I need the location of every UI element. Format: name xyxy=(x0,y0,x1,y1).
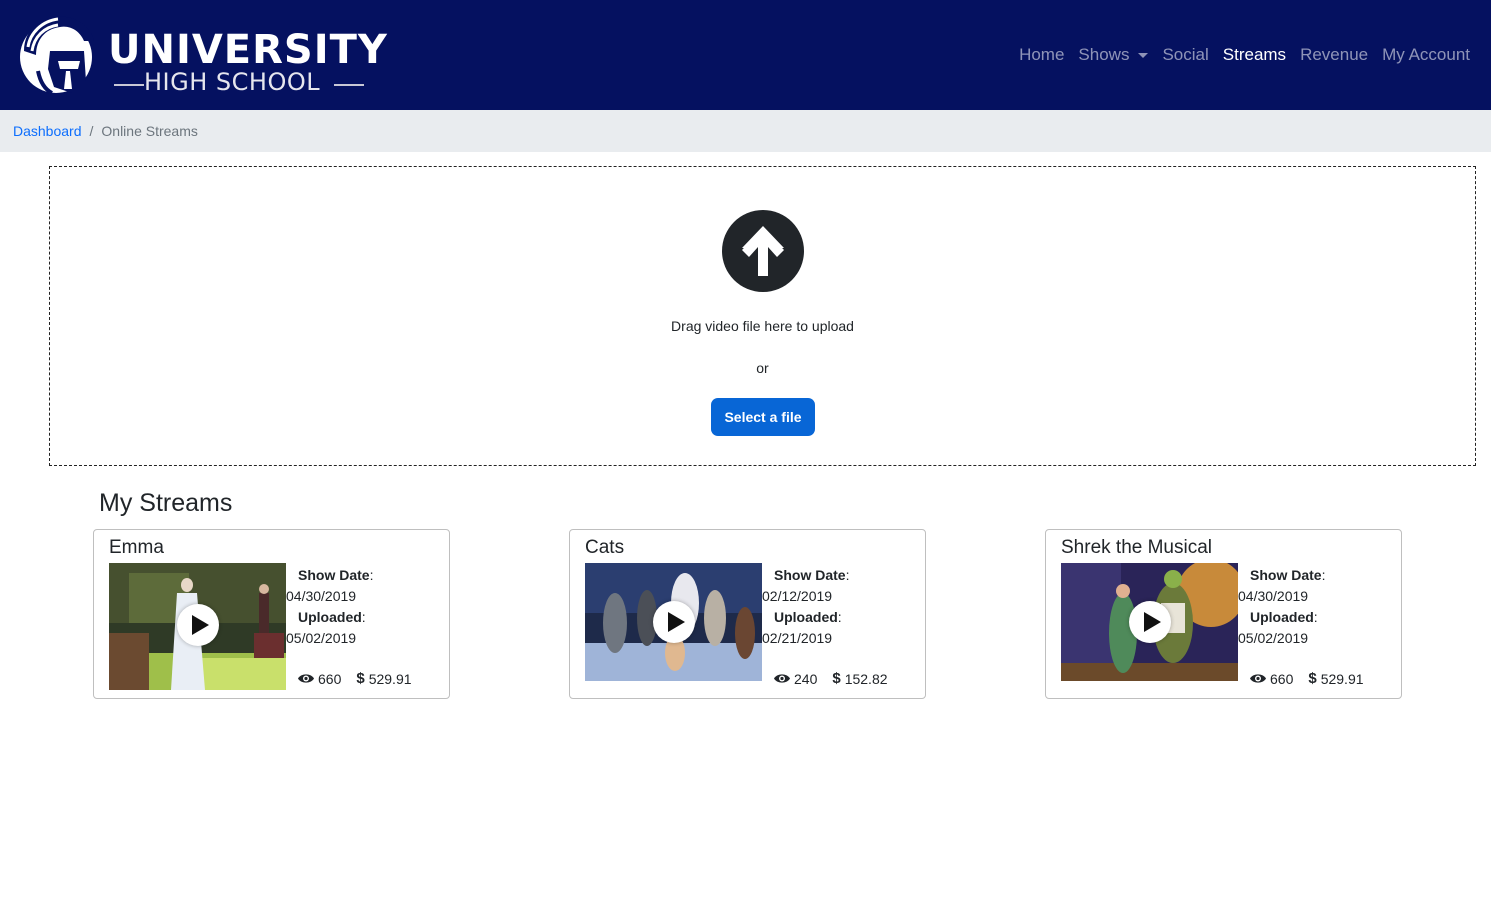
stream-title: Cats xyxy=(585,537,625,558)
eye-icon xyxy=(298,674,314,683)
uploaded-value: 05/02/2019 xyxy=(1238,630,1309,646)
stream-thumbnail[interactable] xyxy=(585,563,762,681)
uploaded-label: Uploaded xyxy=(298,609,362,625)
stream-title: Emma xyxy=(109,537,164,558)
dollar-icon: $ xyxy=(832,670,841,687)
stream-card: Cats Show Date: 02/12/2019 Uploaded: 02/… xyxy=(569,529,926,699)
show-date-value: 04/30/2019 xyxy=(1238,588,1309,604)
uploaded-label: Uploaded xyxy=(774,609,838,625)
show-date-label: Show Date xyxy=(1250,567,1322,583)
show-date-value: 02/12/2019 xyxy=(762,588,833,604)
upload-drag-text: Drag video file here to upload xyxy=(671,318,854,334)
play-button[interactable] xyxy=(653,601,695,643)
show-date-label: Show Date xyxy=(298,567,370,583)
upload-or-text: or xyxy=(756,360,769,376)
breadcrumb-current: Online Streams xyxy=(101,123,198,139)
stream-stats: 240 $ 152.82 xyxy=(774,670,888,687)
play-button[interactable] xyxy=(177,604,219,646)
nav-streams[interactable]: Streams xyxy=(1216,44,1293,66)
navbar: UNIVERSITY HIGH SCHOOL Home Shows Social… xyxy=(0,0,1491,110)
arrow-up-circle-icon xyxy=(722,210,804,292)
nav-home[interactable]: Home xyxy=(1012,44,1071,66)
views-count: 660 xyxy=(1270,670,1294,687)
brand-name-line2: HIGH SCHOOL xyxy=(144,68,321,96)
stream-stats: 660 $ 529.91 xyxy=(1250,670,1364,687)
dollar-icon: $ xyxy=(356,670,365,687)
caret-down-icon xyxy=(1138,52,1149,58)
eye-icon xyxy=(774,674,790,683)
upload-dropzone[interactable]: Drag video file here to upload or Select… xyxy=(49,166,1476,466)
brand-rule-left xyxy=(114,84,144,86)
play-icon xyxy=(668,612,685,632)
stream-thumbnail[interactable] xyxy=(1061,563,1238,681)
stream-card: Shrek the Musical Show Date: 04/30/2019 … xyxy=(1045,529,1402,699)
revenue-amount: 529.91 xyxy=(368,670,412,687)
nav-my-account[interactable]: My Account xyxy=(1375,44,1477,66)
play-icon xyxy=(192,615,209,635)
play-button[interactable] xyxy=(1129,601,1171,643)
stream-thumbnail[interactable] xyxy=(109,563,286,690)
spartan-helmet-logo-icon xyxy=(20,16,94,95)
stream-title: Shrek the Musical xyxy=(1061,537,1213,558)
eye-icon xyxy=(1250,674,1266,683)
uploaded-value: 02/21/2019 xyxy=(762,630,833,646)
brand-rule-right xyxy=(334,84,364,86)
nav-social[interactable]: Social xyxy=(1155,44,1215,66)
brand-logo-link[interactable]: UNIVERSITY HIGH SCHOOL xyxy=(14,10,387,100)
views-count: 660 xyxy=(318,670,342,687)
dollar-icon: $ xyxy=(1308,670,1317,687)
stream-card: Emma Show Date: 04/30/2019 Uploaded: 05/… xyxy=(93,529,450,699)
play-icon xyxy=(1144,612,1161,632)
revenue-amount: 152.82 xyxy=(844,670,888,687)
show-date-label: Show Date xyxy=(774,567,846,583)
my-streams-heading: My Streams xyxy=(99,489,233,517)
select-file-button[interactable]: Select a file xyxy=(711,398,815,436)
main-nav: Home Shows Social Streams Revenue My Acc… xyxy=(1012,44,1477,66)
stream-stats: 660 $ 529.91 xyxy=(298,670,412,687)
uploaded-label: Uploaded xyxy=(1250,609,1314,625)
views-count: 240 xyxy=(794,670,818,687)
breadcrumb-separator: / xyxy=(89,123,94,139)
breadcrumb: Dashboard / Online Streams xyxy=(0,110,1491,152)
show-date-value: 04/30/2019 xyxy=(286,588,357,604)
breadcrumb-dashboard-link[interactable]: Dashboard xyxy=(13,123,82,139)
nav-revenue[interactable]: Revenue xyxy=(1293,44,1375,66)
uploaded-value: 05/02/2019 xyxy=(286,630,357,646)
brand-name-line1: UNIVERSITY xyxy=(108,27,388,73)
nav-shows-label: Shows xyxy=(1078,45,1130,64)
revenue-amount: 529.91 xyxy=(1320,670,1364,687)
nav-shows-dropdown[interactable]: Shows xyxy=(1071,44,1155,66)
